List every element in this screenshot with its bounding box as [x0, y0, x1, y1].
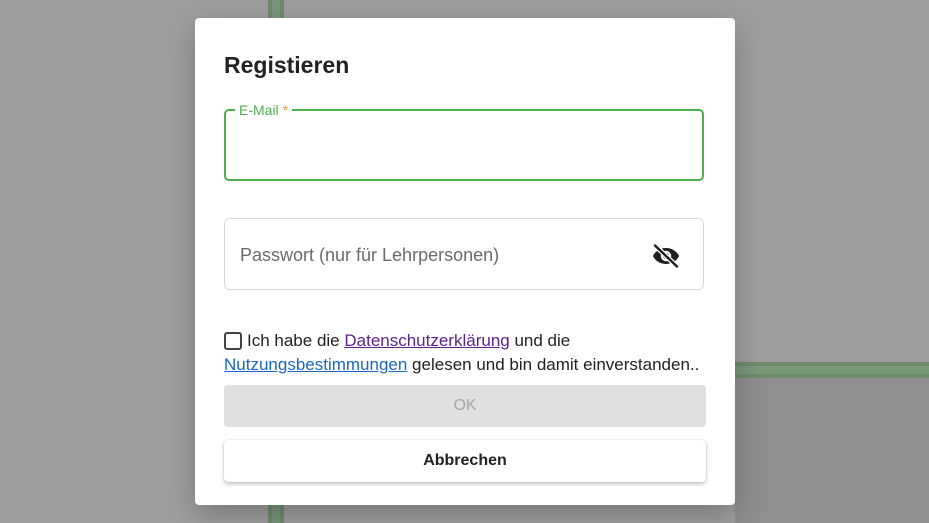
- consent-checkbox[interactable]: [224, 332, 242, 350]
- privacy-policy-link[interactable]: Datenschutzerklärung: [344, 331, 509, 350]
- ok-button[interactable]: OK: [224, 385, 706, 427]
- email-field[interactable]: E-Mail *: [224, 101, 704, 181]
- terms-of-use-link[interactable]: Nutzungsbestimmungen: [224, 355, 407, 374]
- dialog-title: Registieren: [224, 52, 350, 78]
- register-dialog: Registieren E-Mail * Ich habe die Datens…: [195, 18, 735, 505]
- consent-row: Ich habe die Datenschutzerklärung und di…: [224, 329, 714, 377]
- consent-text: Ich habe die Datenschutzerklärung und di…: [224, 331, 700, 374]
- password-field[interactable]: [224, 218, 704, 290]
- email-label: E-Mail *: [235, 101, 293, 119]
- background-panel: [735, 378, 929, 523]
- background-divider-horizontal: [735, 362, 929, 378]
- password-input[interactable]: [238, 239, 643, 271]
- cancel-button[interactable]: Abbrechen: [224, 440, 706, 482]
- required-marker: *: [282, 102, 289, 118]
- email-input[interactable]: [238, 129, 690, 161]
- eye-off-icon[interactable]: [651, 243, 681, 269]
